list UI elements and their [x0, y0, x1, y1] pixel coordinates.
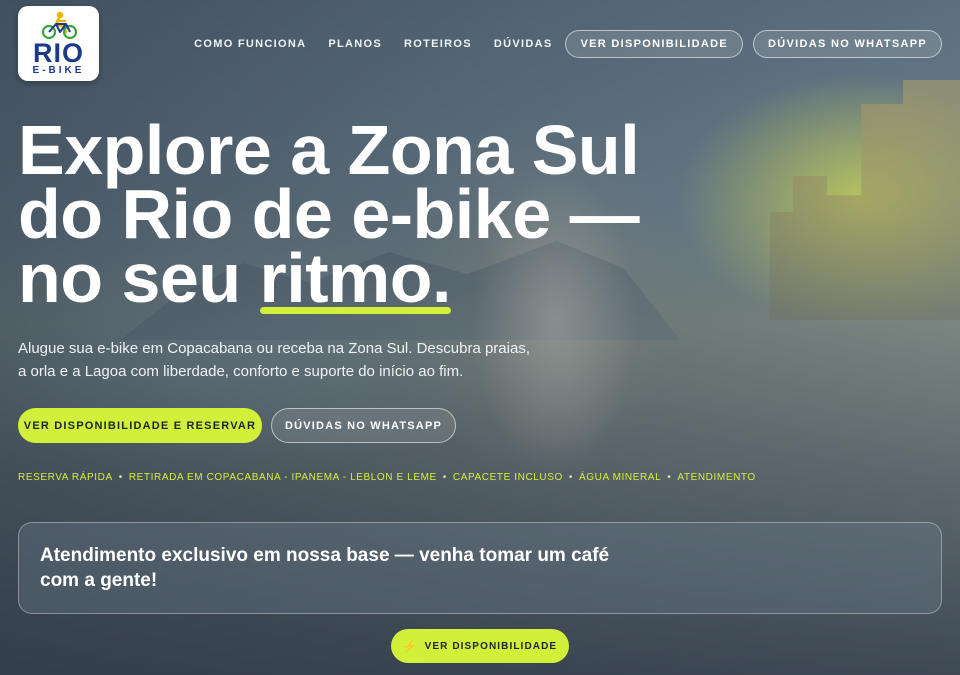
bike-rider-icon: [41, 11, 77, 40]
feature-item: ÁGUA MINERAL: [579, 472, 662, 483]
bolt-icon: ⚡: [402, 640, 418, 653]
hero-title-highlight-text: ritmo: [259, 239, 433, 317]
hero-title-line-3: no seu: [18, 239, 260, 317]
hero-title-highlight: ritmo.: [259, 243, 451, 314]
floating-availability-button[interactable]: ⚡ VER DISPONIBILIDADE: [391, 629, 569, 663]
reserve-button[interactable]: VER DISPONIBILIDADE E RESERVAR: [18, 408, 262, 443]
site-logo[interactable]: RIO E-BIKE: [18, 6, 99, 81]
info-panel-text: Atendimento exclusivo em nossa base — ve…: [40, 545, 610, 591]
hero-title: Explore a Zona Sul do Rio de e-bike — no…: [18, 115, 678, 314]
main-nav: COMO FUNCIONA PLANOS ROTEIROS DÚVIDAS VE…: [194, 30, 942, 58]
feature-item: RETIRADA EM COPACABANA - IPANEMA - LEBLO…: [128, 472, 437, 483]
nav-link-como-funciona[interactable]: COMO FUNCIONA: [194, 38, 306, 50]
feature-separator: •: [442, 472, 447, 483]
feature-separator: •: [118, 472, 123, 483]
nav-whatsapp-button[interactable]: DÚVIDAS NO WHATSAPP: [753, 30, 942, 58]
logo-wordmark: RIO: [32, 38, 84, 68]
nav-availability-button[interactable]: VER DISPONIBILIDADE: [565, 30, 744, 58]
feature-item: RESERVA RÁPIDA: [18, 472, 113, 483]
info-panel: Atendimento exclusivo em nossa base — ve…: [18, 522, 942, 614]
nav-link-duvidas[interactable]: DÚVIDAS: [494, 38, 553, 50]
floating-availability-label: VER DISPONIBILIDADE: [424, 640, 558, 652]
nav-link-roteiros[interactable]: ROTEIROS: [404, 38, 472, 50]
feature-item: CAPACETE INCLUSO: [452, 472, 563, 483]
feature-item: ATENDIMENTO: [677, 472, 756, 483]
hero-description: Alugue sua e-bike em Copacabana ou receb…: [18, 340, 530, 380]
nav-link-planos[interactable]: PLANOS: [328, 38, 382, 50]
feature-separator: •: [667, 472, 672, 483]
logo-subtitle: E-BIKE: [32, 65, 85, 76]
whatsapp-button[interactable]: DÚVIDAS NO WHATSAPP: [271, 408, 456, 443]
feature-separator: •: [568, 472, 574, 483]
hero-title-period: .: [432, 239, 451, 317]
features-list: RESERVA RÁPIDA • RETIRADA EM COPACABANA …: [18, 472, 756, 483]
